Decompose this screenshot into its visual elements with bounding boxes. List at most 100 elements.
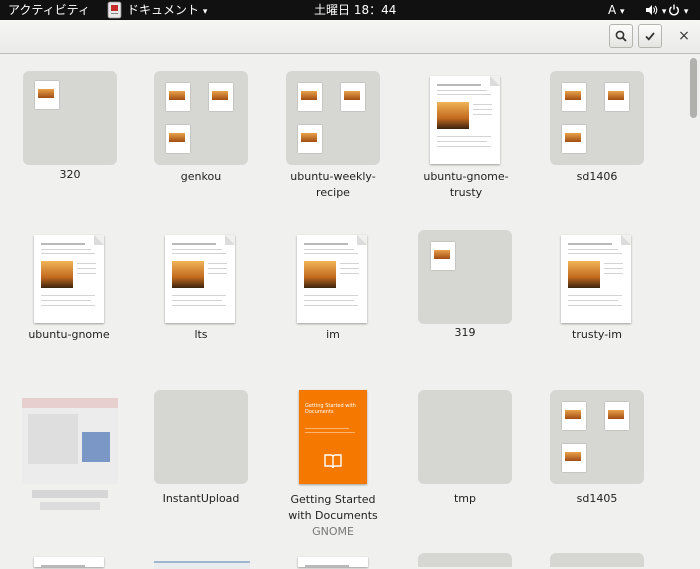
folder-thumbnail [154,390,248,484]
item-label: sd1406 [576,170,618,183]
collection-item[interactable]: 319 [400,230,530,345]
clock[interactable]: 土曜日 18：44 [314,0,396,20]
power-menu[interactable]: ▾ [668,0,688,20]
app-menu-label: ドキュメント [127,3,200,17]
power-icon [669,4,679,16]
folder-thumbnail [286,71,380,165]
document-thumbnail [561,235,631,323]
header-bar: × [0,20,700,54]
chevron-down-icon: ▾ [661,7,667,17]
input-method-label: A [608,3,617,17]
input-method-menu[interactable]: A ▾ [608,0,625,20]
document-thumbnail [34,235,104,323]
blurred-label [32,490,108,498]
document-thumbnail [430,76,500,164]
document-item[interactable]: im [268,230,398,345]
item-label: ubuntu-weekly- [290,170,376,183]
item-label: 319 [454,326,476,339]
item-label: ubuntu-gnome- [423,170,509,183]
document-item[interactable]: ubuntu-gnome- trusty [401,71,531,201]
item-label: im [326,328,340,341]
chevron-down-icon: ▾ [202,7,208,17]
collection-item[interactable]: sd1405 [532,390,662,515]
photo-thumbnail [304,261,336,288]
document-mini-icon [35,81,59,109]
document-mini-icon [298,83,322,111]
search-icon [615,30,627,42]
documents-app-icon [107,1,122,19]
folder-thumbnail [418,390,512,484]
document-mini-icon [341,83,365,111]
folder-thumbnail[interactable] [418,553,512,567]
document-mini-icon [562,83,586,111]
item-label: sd1405 [576,492,618,505]
photo-thumbnail [568,261,600,288]
folder-thumbnail [418,230,512,324]
document-thumbnail[interactable] [34,557,104,567]
checkmark-icon [645,32,655,41]
folder-thumbnail[interactable] [550,553,644,567]
close-icon: × [678,28,690,44]
document-mini-icon [431,242,455,270]
item-label: lts [194,328,208,341]
collection-item[interactable]: InstantUpload [136,390,266,515]
document-mini-icon [166,83,190,111]
document-mini-icon [166,125,190,153]
document-mini-icon [562,402,586,430]
volume-menu[interactable]: ▾ [645,0,666,20]
collection-item[interactable]: 320 [5,71,135,186]
document-thumbnail [297,235,367,323]
activities-button[interactable]: アクティビティ [8,0,90,20]
document-mini-icon [562,125,586,153]
collection-item[interactable]: tmp [400,390,530,515]
item-label: ubuntu-gnome [28,328,110,341]
chevron-down-icon: ▾ [620,7,625,17]
document-mini-icon [605,402,629,430]
book-cover-thumbnail: Getting Started with Documents [299,390,367,484]
document-item[interactable] [4,390,134,515]
photo-thumbnail [41,261,73,288]
scrollbar[interactable] [690,58,697,118]
document-item[interactable]: trusty-im [532,230,662,345]
search-button[interactable] [609,24,633,48]
document-mini-icon [605,83,629,111]
top-bar: アクティビティ ドキュメント ▾ 土曜日 18：44 A ▾ ▾ ▾ [0,0,700,20]
document-item[interactable]: ubuntu-gnome [4,230,134,345]
photo-thumbnail [437,102,469,129]
folder-thumbnail [23,71,117,165]
document-thumbnail [165,235,235,323]
item-label-line2: recipe [316,186,350,199]
item-label: Getting Started [290,493,376,506]
folder-thumbnail [154,71,248,165]
book-cover-title: Getting Started with Documents [305,403,356,415]
collection-item[interactable]: ubuntu-weekly- recipe [268,71,398,201]
document-thumbnail[interactable] [154,561,250,569]
document-mini-icon [298,125,322,153]
item-label: InstantUpload [162,492,240,505]
chevron-down-icon: ▾ [683,7,689,17]
document-mini-icon [209,83,233,111]
document-mini-icon [562,444,586,472]
document-thumbnail[interactable] [298,557,368,567]
book-icon [324,454,342,469]
item-label-line2: trusty [449,186,483,199]
photo-thumbnail [172,261,204,288]
document-item[interactable]: lts [136,230,266,345]
item-author: GNOME [312,525,354,538]
item-label: tmp [453,492,476,505]
collection-item[interactable]: sd1406 [532,71,662,186]
close-button[interactable]: × [672,24,696,48]
selection-mode-button[interactable] [638,24,662,48]
blurred-thumbnail [22,398,118,484]
item-label-line2: with Documents [288,509,378,522]
item-label: trusty-im [572,328,622,341]
blurred-label [40,502,100,510]
folder-thumbnail [550,390,644,484]
item-label: genkou [180,170,222,183]
collection-item[interactable]: genkou [136,71,266,186]
app-menu[interactable]: ドキュメント ▾ [127,0,207,20]
folder-thumbnail [550,71,644,165]
item-label: 320 [59,168,81,181]
volume-icon [646,5,658,15]
document-item[interactable]: Getting Started with Documents Getting S… [268,390,398,540]
